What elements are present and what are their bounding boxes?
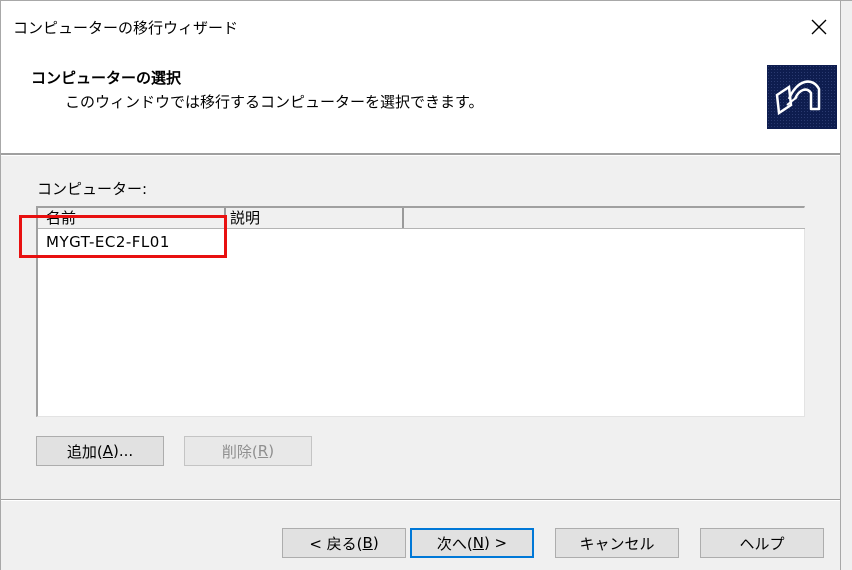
back-button[interactable]: < 戻る(B) xyxy=(282,528,406,558)
footer-separator xyxy=(1,499,840,501)
header-subtitle: このウィンドウでは移行するコンピューターを選択できます。 xyxy=(65,93,484,111)
frame-right xyxy=(840,0,841,570)
close-button[interactable] xyxy=(801,9,837,45)
help-button[interactable]: ヘルプ xyxy=(700,528,824,558)
title-bar: コンピューターの移行ウィザード xyxy=(1,1,840,53)
next-button[interactable]: 次へ(N) > xyxy=(410,528,534,558)
add-button[interactable]: 追加(A)... xyxy=(36,436,164,466)
highlight-annotation-box xyxy=(19,215,227,258)
computer-list-label: コンピューター: xyxy=(37,180,148,198)
column-header-description[interactable]: 説明 xyxy=(226,208,404,228)
close-icon xyxy=(811,19,827,35)
header-title: コンピューターの選択 xyxy=(31,69,182,87)
wizard-transfer-icon xyxy=(767,65,837,129)
cancel-button[interactable]: キャンセル xyxy=(555,528,679,558)
delete-button[interactable]: 削除(R) xyxy=(184,436,312,466)
header-separator xyxy=(1,153,840,156)
migration-wizard-window: コンピューターの移行ウィザード コンピューターの選択 このウィンドウでは移行する… xyxy=(0,0,852,570)
window-title: コンピューターの移行ウィザード xyxy=(13,19,239,37)
wizard-header: コンピューターの選択 このウィンドウでは移行するコンピューターを選択できます。 xyxy=(1,53,840,153)
